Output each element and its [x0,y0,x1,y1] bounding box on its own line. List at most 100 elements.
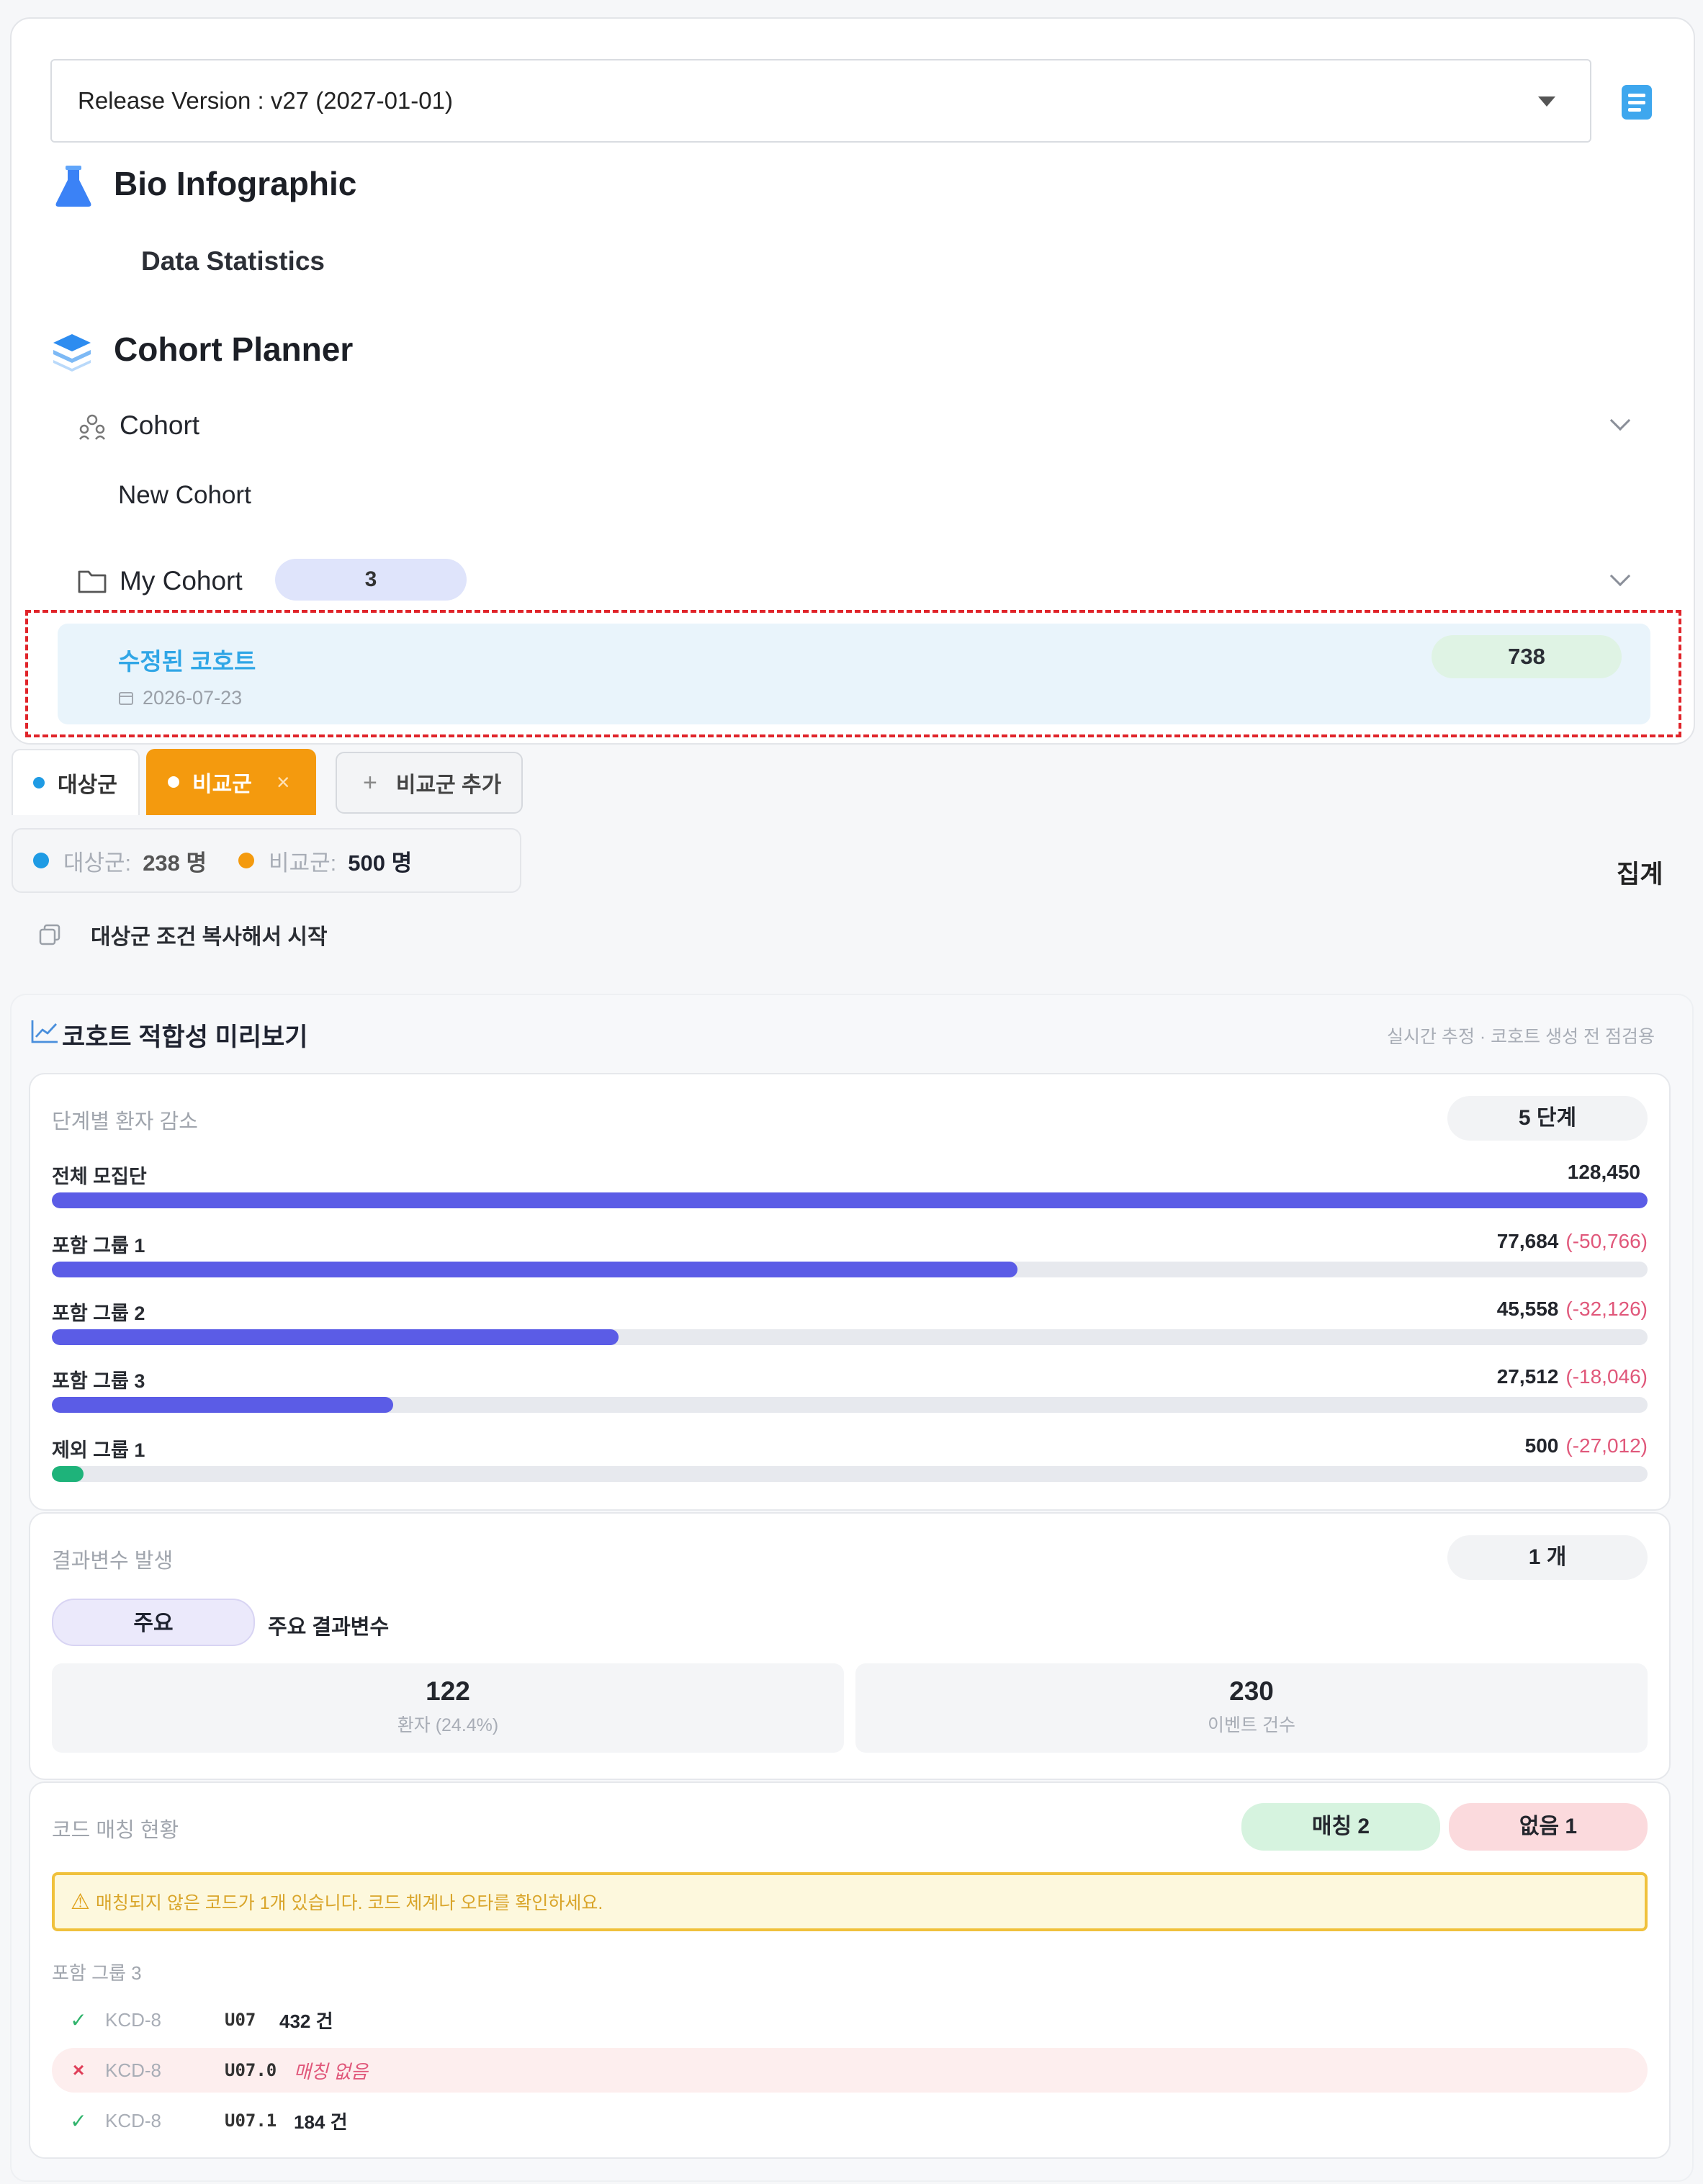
copy-conditions-label: 대상군 조건 복사해서 시작 [91,925,328,949]
preview-title: 코호트 적합성 미리보기 [62,1023,308,1051]
funnel-row-label: 전체 모집단 [52,1166,147,1187]
funnel-row: 제외 그룹 1 500 (-27,012) [52,1434,1648,1485]
code-value: U07 [225,2010,256,2030]
copy-icon [39,924,60,945]
funnel-row-label: 포함 그룹 2 [52,1303,145,1324]
check-icon: ✓ [70,2109,87,2132]
funnel-delta: (-50,766) [1565,1230,1648,1252]
funnel-count: 45,558 [1496,1298,1559,1320]
copy-conditions-button[interactable]: 대상군 조건 복사해서 시작 [37,919,328,951]
matched-chip: 매칭 2 [1241,1803,1440,1851]
code-system: KCD-8 [105,2059,162,2081]
my-cohort-count-badge: 3 [275,559,467,601]
code-value: U07.1 [225,2111,277,2131]
outcome-card: 결과변수 발생 1 개 주요 주요 결과변수 122 환자 (24.4%) 23… [29,1512,1671,1780]
funnel-card: 단계별 환자 감소 5 단계 전체 모집단 128,450 포함 그룹 1 77,68… [29,1073,1671,1511]
funnel-bar-track [52,1329,1648,1345]
funnel-bar-fill [52,1466,84,1482]
primary-outcome-label: 주요 결과변수 [268,1616,390,1639]
funnel-row: 포함 그룹 1 77,684 (-50,766) [52,1230,1648,1280]
code-matching-card: 코드 매칭 현황 매칭 2 없음 1 ⚠ 매칭되지 않은 코드가 1개 있습니다… [29,1781,1671,2159]
funnel-row-label: 포함 그룹 3 [52,1370,145,1392]
funnel-row-value: 27,512 (-18,046) [1497,1365,1648,1388]
patients-value: 122 [426,1676,470,1706]
dot-icon [168,776,179,788]
outcome-count-chip: 1 개 [1447,1535,1648,1580]
cohort-list-item[interactable]: 수정된 코호트 2026-07-23 738 [58,624,1650,724]
funnel-count: 77,684 [1496,1230,1559,1252]
compare-count-label: 비교군: [269,850,337,876]
funnel-row: 포함 그룹 2 45,558 (-32,126) [52,1298,1648,1348]
target-count-label: 대상군: [63,850,132,876]
funnel-count: 128,450 [1567,1161,1640,1183]
funnel-bar-track [52,1397,1648,1413]
tab-comparison-group[interactable]: 비교군 × [146,749,316,815]
document-icon[interactable] [1622,85,1652,120]
tab-target-group[interactable]: 대상군 [12,749,140,815]
funnel-bar-fill [52,1192,1648,1208]
funnel-bar-track [52,1466,1648,1482]
flask-icon [55,166,91,207]
warning-banner: ⚠ 매칭되지 않은 코드가 1개 있습니다. 코드 체계나 오타를 확인하세요. [52,1872,1648,1931]
warning-text: 매칭되지 않은 코드가 1개 있습니다. 코드 체계나 오타를 확인하세요. [95,1893,603,1913]
aggregate-button[interactable]: 집계 [1617,854,1663,891]
steps-chip: 5 단계 [1447,1096,1648,1141]
outcome-label: 결과변수 발생 [52,1550,174,1573]
code-row: × KCD-8 U07.0 매칭 없음 [52,2048,1648,2093]
code-row: ✓ KCD-8 U07 432 건 [52,1997,1648,2042]
code-value: U07.0 [225,2060,277,2080]
funnel-delta: (-18,046) [1565,1365,1648,1388]
cohort-date: 2026-07-23 [143,687,243,709]
patients-label: 환자 (24.4%) [397,1715,499,1735]
cohort-menu[interactable]: Cohort [120,410,199,441]
funnel-row: 전체 모집단 128,450 [52,1161,1648,1211]
code-group-label: 포함 그룹 3 [52,1962,142,1984]
check-icon: ✓ [70,2008,87,2031]
plus-icon: + [363,768,377,796]
line-chart-icon [31,1020,58,1043]
funnel-bar-fill [52,1329,619,1345]
dot-icon [238,853,255,868]
funnel-bar-track [52,1262,1648,1277]
release-version-select[interactable]: Release Version : v27 (2027-01-01) [50,59,1591,143]
new-cohort-link[interactable]: New Cohort [118,481,251,510]
cohort-name: 수정된 코호트 [118,648,256,675]
funnel-delta: (-32,126) [1565,1298,1648,1320]
compare-count-value: 500 명 [348,850,413,876]
funnel-row-label: 포함 그룹 1 [52,1235,145,1257]
warning-icon: ⚠ [71,1889,90,1914]
users-icon [79,414,105,440]
my-cohort-menu[interactable]: My Cohort [120,566,243,596]
dot-icon [33,777,45,788]
calendar-icon [119,692,133,705]
events-stat: 230 이벤트 건수 [855,1663,1648,1753]
funnel-bar-track [52,1192,1648,1208]
bio-infographic-title[interactable]: Bio Infographic [114,164,356,203]
folder-icon [78,570,107,593]
code-result: 432 건 [279,2010,333,2032]
data-statistics-link[interactable]: Data Statistics [141,246,325,277]
add-comparison-button[interactable]: + 비교군 추가 [336,752,523,814]
funnel-bar-fill [52,1397,394,1413]
funnel-row-value: 500 (-27,012) [1525,1434,1648,1457]
primary-tag: 주요 [52,1599,255,1646]
code-matching-label: 코드 매칭 현황 [52,1819,179,1842]
code-system: KCD-8 [105,2008,162,2031]
tab-compare-label: 비교군 [192,773,252,796]
cohort-count-badge: 738 [1432,635,1622,678]
funnel-row-value: 128,450 [1568,1161,1648,1184]
code-result: 184 건 [294,2111,348,2133]
funnel-row-value: 45,558 (-32,126) [1497,1298,1648,1321]
dot-icon [33,853,49,868]
x-icon: × [72,2059,85,2081]
funnel-row: 포함 그룹 3 27,512 (-18,046) [52,1365,1648,1416]
add-comparison-label: 비교군 추가 [395,773,502,797]
funnel-count: 500 [1524,1434,1559,1457]
tab-target-label: 대상군 [58,773,117,797]
cohort-planner-title[interactable]: Cohort Planner [114,330,353,369]
close-icon[interactable]: × [277,769,290,796]
code-row: ✓ KCD-8 U07.1 184 건 [52,2098,1648,2143]
group-counts-summary: 대상군: 238 명 비교군: 500 명 [12,828,521,893]
funnel-count: 27,512 [1496,1365,1559,1388]
patients-stat: 122 환자 (24.4%) [52,1663,844,1753]
